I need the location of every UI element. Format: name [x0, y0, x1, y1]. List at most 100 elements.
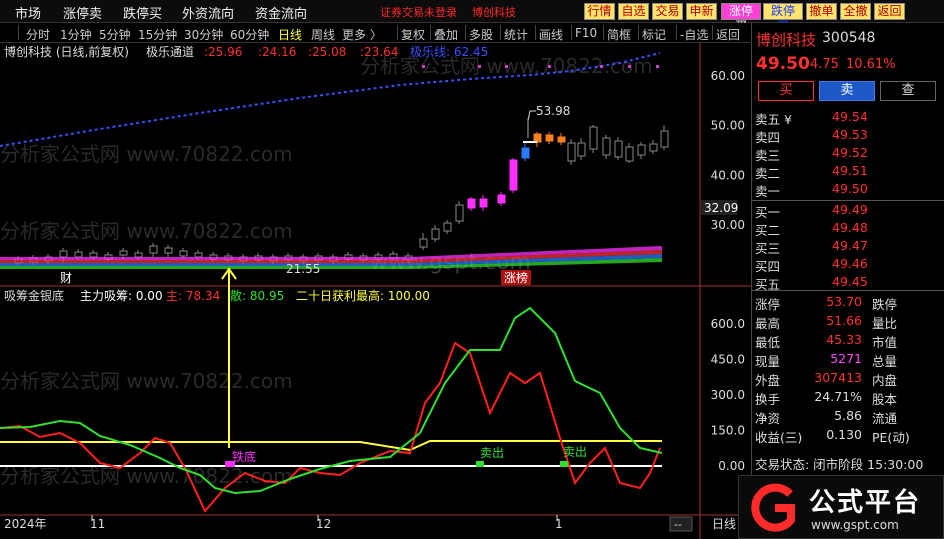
- tool-button-4[interactable]: 画线: [539, 26, 563, 43]
- ask-row[interactable]: 卖二 49.51: [752, 163, 944, 181]
- ask-label: 卖一: [755, 184, 781, 199]
- quote-label-2: 总量: [872, 354, 898, 369]
- logo-g-icon: [751, 483, 795, 532]
- high-price-label: 53.98: [536, 104, 570, 118]
- stock-name: 博创科技: [756, 31, 817, 49]
- ask-price: 49.52: [832, 145, 868, 160]
- bid-price: 49.46: [832, 256, 868, 271]
- price-axis-tick: 40.00: [711, 168, 745, 182]
- orderbook-divider: [752, 200, 944, 201]
- top-button-7[interactable]: 全撤: [840, 3, 871, 20]
- period-tab-0[interactable]: 分时: [26, 26, 50, 43]
- tool-button-1[interactable]: 叠加: [434, 26, 458, 43]
- candle-body: [589, 126, 598, 150]
- bid-label: 买四: [755, 259, 781, 274]
- top-button-8[interactable]: 返回: [874, 3, 905, 20]
- top-button-4[interactable]: 涨停买: [721, 3, 761, 33]
- tool-sep: [712, 25, 713, 40]
- bid-row[interactable]: 买二 49.48: [752, 220, 944, 238]
- quote-row: 换手 24.71% 股本: [752, 389, 944, 408]
- tool-button-3[interactable]: 统计: [504, 26, 528, 43]
- candle-body: [134, 252, 143, 258]
- tool-sep: [638, 25, 639, 40]
- bid-row[interactable]: 买一 49.49: [752, 202, 944, 220]
- tool-button-2[interactable]: 多股: [469, 26, 493, 43]
- menu-item-limit-down-buy[interactable]: 跌停买: [123, 3, 162, 22]
- period-tab-7[interactable]: 周线: [311, 26, 335, 43]
- price-axis-tick: 50.00: [711, 119, 745, 133]
- sell-button[interactable]: 卖: [819, 81, 875, 101]
- query-button[interactable]: 查: [880, 81, 936, 101]
- tool-sep: [500, 25, 501, 40]
- price-axis-tick: 60.00: [711, 69, 745, 83]
- candle-body: [545, 134, 554, 142]
- candle-body: [602, 137, 611, 156]
- tool-button-8[interactable]: -自选: [680, 26, 708, 43]
- quote-row: 现量 5271 总量: [752, 351, 944, 370]
- period-tab-4[interactable]: 30分钟: [184, 26, 223, 43]
- zhangbang-marker: 涨榜: [504, 270, 528, 285]
- tool-sep: [397, 25, 398, 40]
- chart-canvas[interactable]: 分析家公式网 www.70822.com 分析家公式网 www.70822.com…: [0, 43, 751, 539]
- signal-dot: [600, 65, 603, 68]
- quote-row: 涨停 53.70 跌停: [752, 294, 944, 313]
- quote-label: 收益(三): [755, 430, 803, 445]
- top-button-6[interactable]: 撤单: [806, 3, 837, 20]
- ask-price: 49.53: [832, 127, 868, 142]
- quote-divider: [752, 290, 944, 291]
- top-button-0[interactable]: 行情: [584, 3, 615, 20]
- top-button-1[interactable]: 自选: [618, 3, 649, 20]
- top-button-5[interactable]: 跌停买: [763, 3, 803, 33]
- candle-body: [509, 159, 518, 191]
- sub-chart-title: 吸筹金银底: [4, 288, 64, 303]
- quote-label-2: 内盘: [872, 373, 898, 388]
- period-tab-3[interactable]: 15分钟: [138, 26, 177, 43]
- menu-item-market[interactable]: 市场: [15, 3, 41, 22]
- tool-button-6[interactable]: 简框: [607, 26, 631, 43]
- price-axis-tick: 30.00: [711, 218, 745, 232]
- indicator-value: :23.64: [360, 45, 398, 59]
- period-tab-6[interactable]: 日线: [278, 26, 302, 43]
- quote-label: 外盘: [755, 373, 781, 388]
- indicator-value: :25.08: [308, 45, 346, 59]
- period-tab-1[interactable]: 1分钟: [60, 26, 92, 43]
- bid-row[interactable]: 买四 49.46: [752, 256, 944, 274]
- sell-marker-2: 卖出: [563, 445, 587, 459]
- quote-value: 5.86: [834, 408, 862, 423]
- buy-button[interactable]: 买: [758, 81, 814, 101]
- bid-price: 49.49: [832, 202, 868, 217]
- menu-item-limit-up-sell[interactable]: 涨停卖: [63, 3, 102, 22]
- tool-button-9[interactable]: 返回: [716, 26, 740, 43]
- tiedi-marker: 铁底: [232, 449, 256, 464]
- bid-row[interactable]: 买三 49.47: [752, 238, 944, 256]
- tool-button-0[interactable]: 复权: [401, 26, 425, 43]
- low-price-label: 21.55: [286, 262, 320, 276]
- menu-bar: 市场 涨停卖 跌停买 外资流向 资金流向 证券交易未登录 博创科技 行情 自选 交易…: [0, 0, 944, 33]
- menu-item-foreign-flow[interactable]: 外资流向: [182, 3, 234, 22]
- top-button-3[interactable]: 申新: [686, 3, 717, 20]
- ask-row[interactable]: 卖一 49.50: [752, 181, 944, 199]
- price-change-pct: 10.61%: [846, 57, 896, 72]
- period-tab-8[interactable]: 更多 〉: [342, 26, 382, 43]
- tool-button-5[interactable]: F10: [575, 26, 597, 40]
- candle-body: [59, 250, 68, 258]
- indicator-name: 极乐通道: [146, 45, 194, 59]
- main-accum-label: 主力吸筹: 0.00: [80, 289, 163, 303]
- period-tab-2[interactable]: 5分钟: [99, 26, 131, 43]
- ask-row[interactable]: 卖三 49.52: [752, 145, 944, 163]
- signal-dot: [656, 65, 659, 68]
- menu-item-capital-flow[interactable]: 资金流向: [255, 3, 307, 22]
- ask-row[interactable]: 卖五 ¥ 49.54: [752, 109, 944, 127]
- tool-button-7[interactable]: 标记: [642, 26, 666, 43]
- quote-label: 最低: [755, 335, 781, 350]
- x-axis-month: 1: [555, 517, 563, 531]
- quote-row: 最高 51.66 量比: [752, 313, 944, 332]
- indicator-value: :24.16: [258, 45, 296, 59]
- top-button-2[interactable]: 交易: [652, 3, 683, 20]
- period-tab-5[interactable]: 60分钟: [230, 26, 269, 43]
- candle-body: [74, 251, 83, 258]
- ask-price: 49.54: [832, 109, 868, 124]
- sub-axis-tick: 150.0: [711, 424, 745, 438]
- ask-row[interactable]: 卖四 49.53: [752, 127, 944, 145]
- current-price-tag: 32.09: [704, 201, 738, 215]
